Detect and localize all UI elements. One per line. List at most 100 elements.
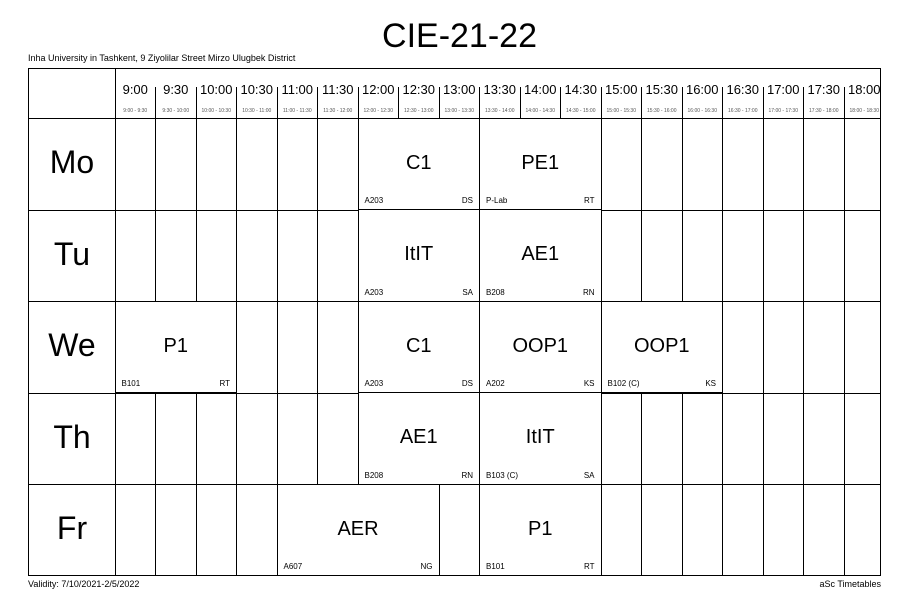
time-header: 11:30 11:30 - 12:00 xyxy=(318,69,359,118)
time-range: 13:00 - 13:30 xyxy=(444,108,474,114)
time-range: 10:00 - 10:30 xyxy=(201,108,231,114)
time-range: 11:00 - 11:30 xyxy=(282,108,312,114)
time-range: 17:00 - 17:30 xyxy=(768,108,798,114)
lesson-room: B208 xyxy=(486,287,505,297)
school-address: Inha University in Tashkent, 9 Ziyolilar… xyxy=(28,53,296,63)
timetable-grid: 9:00 9:00 - 9:30 9:30 9:30 - 10:00 10:00 10:0… xyxy=(28,68,881,576)
time-label: 13:00 xyxy=(442,82,476,97)
time-header: 12:00 12:00 - 12:30 xyxy=(358,69,399,118)
time-header: 14:00 14:00 - 14:30 xyxy=(520,69,561,118)
time-range: 10:30 - 11:00 xyxy=(242,108,272,114)
day-label: Th xyxy=(53,418,91,455)
lesson-room: B208 xyxy=(364,470,384,480)
lesson-teacher: RT xyxy=(583,562,595,571)
lesson-teacher: NG xyxy=(420,562,433,571)
lesson-subject: P1 xyxy=(163,334,188,357)
lesson-teacher: SA xyxy=(462,287,473,297)
lesson-teacher: SA xyxy=(583,470,595,480)
brand-text: aSc Timetables xyxy=(819,579,881,589)
day-label: Fr xyxy=(56,510,88,546)
lesson-card[interactable]: AE1 B208 RN xyxy=(479,209,602,302)
time-label: 9:30 xyxy=(163,82,189,97)
lesson-subject: AE1 xyxy=(521,243,560,265)
grid-column-line xyxy=(843,87,845,575)
lesson-card[interactable]: C1 A203 DS xyxy=(357,117,480,210)
time-label: 10:30 xyxy=(240,82,274,97)
lesson-subject: OOP1 xyxy=(512,334,569,357)
time-header: 16:30 16:30 - 17:00 xyxy=(723,69,764,118)
time-label: 17:30 xyxy=(807,82,841,97)
day-label: Tu xyxy=(53,235,91,272)
time-label: 15:00 xyxy=(604,82,638,97)
lesson-card[interactable]: P1 B101 RT xyxy=(479,483,602,576)
lesson-subject: C1 xyxy=(405,334,432,357)
time-label: 16:00 xyxy=(685,82,719,97)
lesson-card[interactable]: OOP1 B102 (C) KS xyxy=(600,300,723,393)
time-header: 10:30 10:30 - 11:00 xyxy=(237,69,278,118)
grid-column-line xyxy=(762,87,764,575)
lesson-card[interactable]: ItIT A203 SA xyxy=(357,209,480,302)
lesson-room: B102 (C) xyxy=(607,379,640,388)
time-header: 13:00 13:00 - 13:30 xyxy=(439,69,480,118)
time-range: 9:30 - 10:00 xyxy=(162,108,190,114)
time-header: 15:00 15:00 - 15:30 xyxy=(601,69,642,118)
lesson-teacher: RN xyxy=(582,287,595,297)
lesson-teacher: KS xyxy=(583,379,595,388)
time-label: 18:00 xyxy=(847,82,881,97)
time-label: 10:00 xyxy=(199,82,233,97)
time-header: 13:30 13:30 - 14:00 xyxy=(480,69,521,118)
time-label: 11:00 xyxy=(281,82,314,97)
grid-column-line xyxy=(803,87,804,575)
lesson-subject: ItIT xyxy=(525,426,555,448)
lesson-card[interactable]: P1 B101 RT xyxy=(114,300,237,393)
time-range: 9:00 - 9:30 xyxy=(123,108,148,114)
lesson-teacher: KS xyxy=(705,379,716,388)
time-label: 15:30 xyxy=(645,82,679,97)
time-header: 10:00 10:00 - 10:30 xyxy=(196,69,237,118)
time-label: 14:00 xyxy=(523,82,557,97)
lesson-card[interactable]: PE1 P-Lab RT xyxy=(479,117,602,210)
lesson-card[interactable]: AER A607 NG xyxy=(276,483,440,576)
lesson-subject: PE1 xyxy=(521,151,560,174)
lesson-room: B101 xyxy=(486,562,505,571)
time-range: 12:30 - 13:00 xyxy=(404,108,434,114)
time-label: 13:30 xyxy=(483,82,517,97)
time-label: 12:30 xyxy=(402,82,436,97)
lesson-room: A203 xyxy=(364,287,384,297)
lesson-room: A203 xyxy=(364,196,384,205)
time-label: 12:00 xyxy=(361,82,395,97)
time-header: 17:00 17:00 - 17:30 xyxy=(763,69,804,118)
lesson-card[interactable]: AE1 B208 RN xyxy=(357,392,480,485)
time-header: 15:30 15:30 - 16:00 xyxy=(642,69,683,118)
time-label: 9:00 xyxy=(122,82,148,97)
time-range: 14:00 - 14:30 xyxy=(525,108,555,114)
time-range: 13:30 - 14:00 xyxy=(485,108,515,114)
lesson-teacher: RT xyxy=(219,379,230,388)
lesson-room: P-Lab xyxy=(486,196,508,205)
time-header: 16:00 16:00 - 16:30 xyxy=(682,69,723,118)
lesson-card[interactable]: OOP1 A202 KS xyxy=(479,300,602,393)
lesson-room: B103 (C) xyxy=(486,470,519,480)
lesson-card[interactable]: C1 A203 DS xyxy=(357,300,480,393)
time-label: 17:00 xyxy=(766,82,800,97)
time-label: 11:30 xyxy=(321,82,354,97)
day-label: Mo xyxy=(49,144,95,180)
time-range: 11:30 - 12:00 xyxy=(323,108,353,114)
time-range: 16:00 - 16:30 xyxy=(687,108,717,114)
lesson-subject: AER xyxy=(337,517,379,540)
lesson-subject: AE1 xyxy=(399,426,438,448)
time-header: 17:30 17:30 - 18:00 xyxy=(804,69,845,118)
lesson-subject: ItIT xyxy=(404,243,434,265)
lesson-subject: C1 xyxy=(405,151,432,174)
time-range: 12:00 - 12:30 xyxy=(363,108,393,114)
time-header: 11:00 11:00 - 11:30 xyxy=(277,69,318,118)
lesson-room: A202 xyxy=(486,379,505,388)
time-header: 9:00 9:00 - 9:30 xyxy=(115,69,156,118)
lesson-subject: P1 xyxy=(528,517,553,540)
lesson-card[interactable]: ItIT B103 (C) SA xyxy=(479,392,602,485)
lesson-teacher: RT xyxy=(583,196,595,205)
time-header: 12:30 12:30 - 13:00 xyxy=(399,69,440,118)
timetable-title: CIE-21-22 xyxy=(382,17,537,55)
time-range: 16:30 - 17:00 xyxy=(728,108,758,114)
time-range: 18:00 - 18:30 xyxy=(849,108,879,114)
